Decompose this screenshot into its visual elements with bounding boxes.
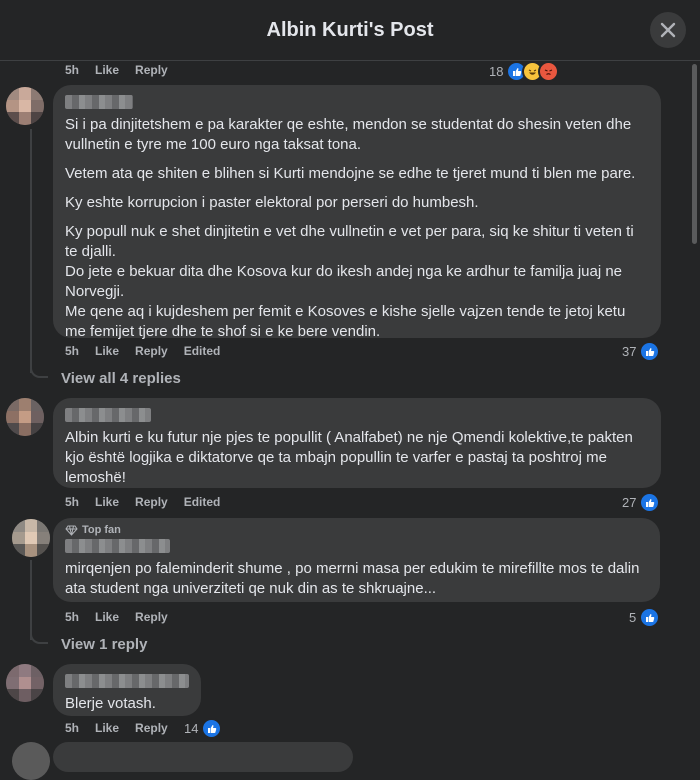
commenter-name-redacted[interactable]: [65, 95, 133, 109]
comment-time[interactable]: 5h: [65, 63, 79, 77]
angry-reaction-icon: [538, 61, 560, 82]
scrollbar[interactable]: [692, 64, 697, 244]
edited-label[interactable]: Edited: [184, 344, 221, 358]
thread-connector: [30, 632, 48, 644]
close-icon: [660, 22, 676, 38]
comment-paragraph: Vetem ata qe shiten e blihen si Kurti me…: [65, 165, 636, 182]
comment-bubble: Si i pa dinjitetshem e pa karakter qe es…: [53, 85, 661, 340]
reaction-count: 5: [629, 610, 637, 625]
avatar[interactable]: [6, 87, 44, 125]
like-reaction-icon: [639, 492, 661, 513]
reaction-count: 37: [622, 344, 637, 359]
comment-bubble: Blerje votash.: [53, 664, 201, 716]
comment-paragraph: mirqenjen po faleminderit shume , po mer…: [65, 560, 640, 597]
post-dialog-header: Albin Kurti's Post: [0, 0, 700, 61]
reaction-count: 18: [489, 64, 504, 79]
comment-paragraph: Si i pa dinjitetshem e pa karakter qe es…: [65, 116, 632, 153]
diamond-icon: [65, 525, 78, 536]
comment-actions: 5h Like Reply Edited: [65, 495, 236, 509]
view-replies-link[interactable]: View 1 reply: [61, 636, 147, 653]
comment-bubble: [53, 742, 353, 772]
like-button[interactable]: Like: [95, 495, 119, 509]
reply-button[interactable]: Reply: [135, 63, 168, 77]
reactions-summary[interactable]: 27: [622, 492, 661, 513]
reaction-count: 27: [622, 495, 637, 510]
comment-paragraph: Ky eshte korrupcion i paster elektoral p…: [65, 194, 479, 211]
dialog-title: Albin Kurti's Post: [266, 18, 434, 41]
reactions-summary[interactable]: 14: [184, 718, 223, 739]
like-button[interactable]: Like: [95, 721, 119, 735]
reply-button[interactable]: Reply: [135, 495, 168, 509]
like-reaction-icon: [201, 718, 223, 739]
close-button[interactable]: [650, 12, 686, 48]
avatar[interactable]: [12, 519, 50, 557]
comment-bubble: Albin kurti e ku futur nje pjes te popul…: [53, 398, 661, 488]
comment-paragraph: Do jete e bekuar dita dhe Kosova kur do …: [65, 263, 623, 300]
thread-line: [30, 129, 32, 373]
commenter-name-redacted[interactable]: [65, 408, 151, 422]
comment-paragraph: Albin kurti e ku futur nje pjes te popul…: [65, 429, 633, 486]
comment-paragraph: Ky popull nuk e shet dinjitetin e vet dh…: [65, 223, 634, 260]
like-reaction-icon: [639, 341, 661, 362]
avatar[interactable]: [6, 664, 44, 702]
reactions-summary[interactable]: 5: [629, 607, 661, 628]
avatar[interactable]: [12, 742, 50, 780]
badge-label: Top fan: [82, 524, 121, 536]
reply-button[interactable]: Reply: [135, 721, 168, 735]
comment-text: Si i pa dinjitetshem e pa karakter qe es…: [65, 115, 649, 342]
reply-button[interactable]: Reply: [135, 344, 168, 358]
commenter-name-redacted[interactable]: [65, 674, 189, 688]
commenter-name-redacted[interactable]: [65, 539, 170, 553]
edited-label[interactable]: Edited: [184, 495, 221, 509]
comment-paragraph: Me qene aq i kujdeshem per femit e Kosov…: [65, 303, 626, 340]
top-fan-badge: Top fan: [65, 524, 648, 536]
comment-text: Blerje votash.: [65, 694, 189, 714]
thread-line: [30, 560, 32, 640]
like-button[interactable]: Like: [95, 610, 119, 624]
avatar[interactable]: [6, 398, 44, 436]
comment-text: mirqenjen po faleminderit shume , po mer…: [65, 559, 648, 599]
comment-time[interactable]: 5h: [65, 721, 79, 735]
thread-connector: [30, 366, 48, 378]
like-button[interactable]: Like: [95, 63, 119, 77]
comment-actions: 5h Like Reply: [65, 63, 184, 77]
comment-time[interactable]: 5h: [65, 495, 79, 509]
comment-time[interactable]: 5h: [65, 344, 79, 358]
comment-actions: 5h Like Reply Edited: [65, 344, 236, 358]
reply-button[interactable]: Reply: [135, 610, 168, 624]
like-button[interactable]: Like: [95, 344, 119, 358]
comment-paragraph: Blerje votash.: [65, 695, 156, 712]
view-replies-link[interactable]: View all 4 replies: [61, 370, 181, 387]
like-reaction-icon: [639, 607, 661, 628]
comment-time[interactable]: 5h: [65, 610, 79, 624]
comment-actions: 5h Like Reply: [65, 610, 184, 624]
reaction-count: 14: [184, 721, 199, 736]
reactions-summary[interactable]: 18: [489, 61, 560, 82]
comment-bubble: Top fan mirqenjen po faleminderit shume …: [53, 518, 660, 602]
comment-actions: 5h Like Reply: [65, 721, 184, 735]
reactions-summary[interactable]: 37: [622, 341, 661, 362]
comment-text: Albin kurti e ku futur nje pjes te popul…: [65, 428, 649, 488]
